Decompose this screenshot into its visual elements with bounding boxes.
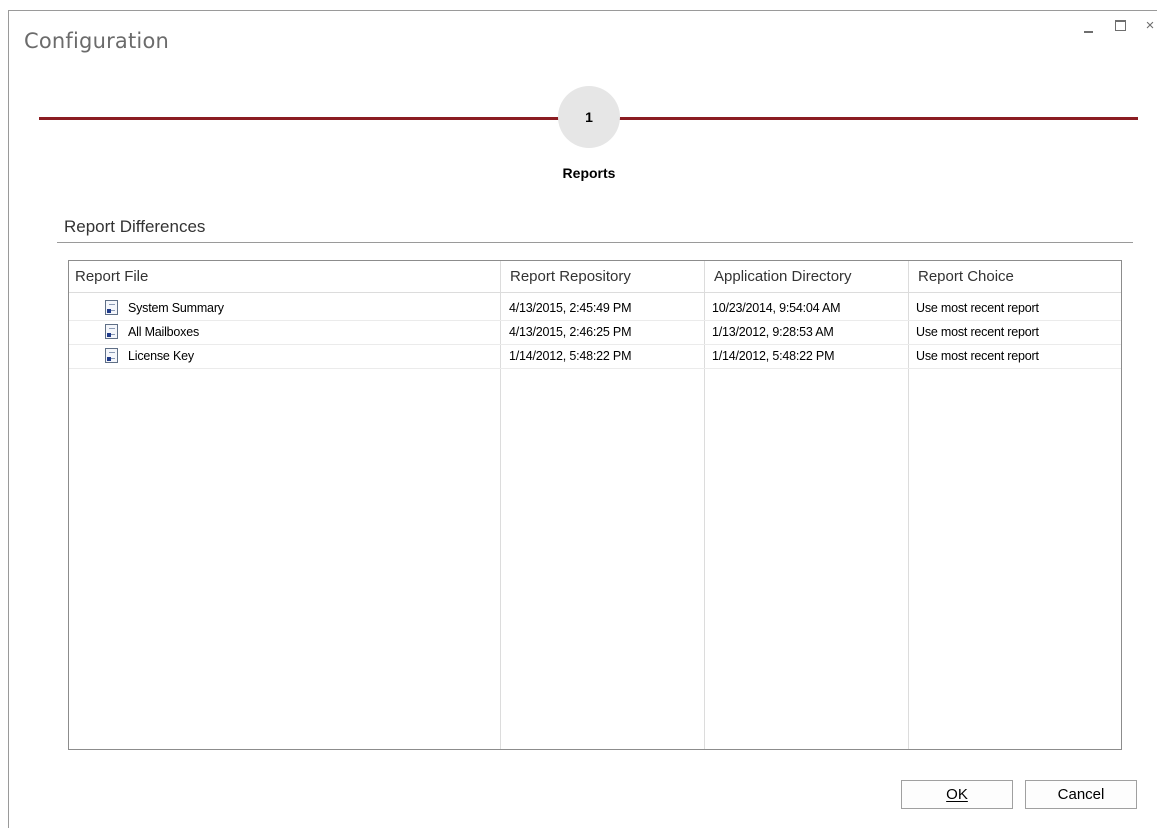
ok-button-label: OK bbox=[946, 786, 968, 803]
stepper-line-left bbox=[39, 117, 561, 120]
report-differences-table[interactable]: Report File Report Repository Applicatio… bbox=[68, 260, 1122, 750]
maximize-button[interactable] bbox=[1109, 16, 1131, 36]
cancel-button[interactable]: Cancel bbox=[1025, 780, 1137, 809]
report-choice-value[interactable]: Use most recent report bbox=[916, 296, 1039, 320]
table-row[interactable]: System Summary 4/13/2015, 2:45:49 PM 10/… bbox=[69, 296, 1121, 321]
maximize-icon bbox=[1115, 20, 1126, 31]
report-document-icon bbox=[105, 348, 118, 363]
table-row[interactable]: All Mailboxes 4/13/2015, 2:46:25 PM 1/13… bbox=[69, 320, 1121, 345]
minimize-icon bbox=[1084, 31, 1093, 33]
report-choice-value[interactable]: Use most recent report bbox=[916, 320, 1039, 344]
report-repository-date: 1/14/2012, 5:48:22 PM bbox=[509, 349, 632, 363]
column-header-report-file[interactable]: Report File bbox=[69, 261, 500, 292]
column-header-report-repository[interactable]: Report Repository bbox=[504, 261, 708, 292]
application-directory-date: 10/23/2014, 9:54:04 AM bbox=[712, 301, 841, 315]
section-divider bbox=[57, 242, 1133, 243]
close-button[interactable]: × bbox=[1139, 16, 1157, 36]
report-file-name: System Summary bbox=[128, 301, 224, 315]
table-header: Report File Report Repository Applicatio… bbox=[69, 261, 1121, 293]
table-row[interactable]: License Key 1/14/2012, 5:48:22 PM 1/14/2… bbox=[69, 344, 1121, 369]
column-header-report-choice[interactable]: Report Choice bbox=[912, 261, 1122, 292]
report-document-icon bbox=[105, 300, 118, 315]
report-file-name: License Key bbox=[128, 349, 194, 363]
report-repository-date: 4/13/2015, 2:45:49 PM bbox=[509, 301, 632, 315]
report-choice-value[interactable]: Use most recent report bbox=[916, 344, 1039, 368]
application-directory-date: 1/14/2012, 5:48:22 PM bbox=[712, 349, 835, 363]
step-1-circle[interactable]: 1 bbox=[558, 86, 620, 148]
step-1-label: Reports bbox=[562, 165, 616, 181]
report-document-icon bbox=[105, 324, 118, 339]
minimize-button[interactable] bbox=[1077, 16, 1099, 36]
report-file-name: All Mailboxes bbox=[128, 325, 200, 339]
section-title: Report Differences bbox=[64, 217, 206, 236]
ok-button[interactable]: OK bbox=[901, 780, 1013, 809]
window-title: Configuration bbox=[24, 29, 170, 53]
application-directory-date: 1/13/2012, 9:28:53 AM bbox=[712, 325, 834, 339]
report-repository-date: 4/13/2015, 2:46:25 PM bbox=[509, 325, 632, 339]
column-header-application-directory[interactable]: Application Directory bbox=[708, 261, 912, 292]
close-icon: × bbox=[1145, 17, 1155, 34]
stepper-line-right bbox=[618, 117, 1138, 120]
